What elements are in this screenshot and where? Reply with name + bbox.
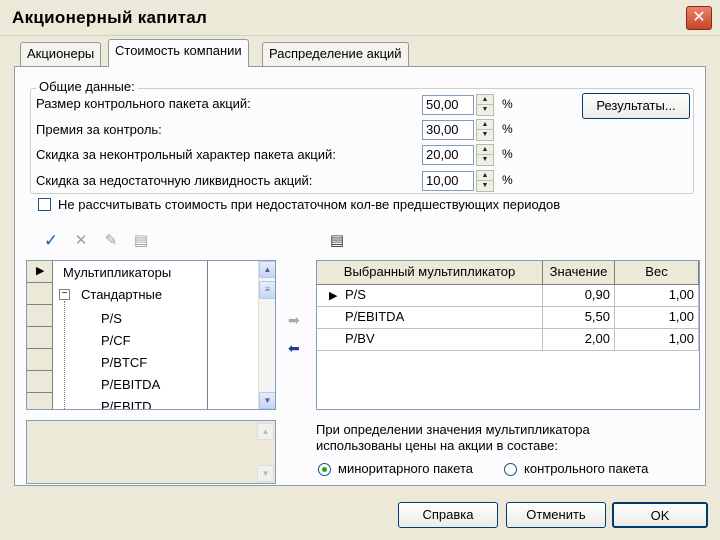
scroll-thumb[interactable]: ≡: [259, 281, 275, 299]
minority-stake-radio[interactable]: [318, 463, 331, 476]
control-stake-label: Размер контрольного пакета акций:: [36, 96, 251, 111]
noncontrol-discount-label: Скидка за неконтрольный характер пакета …: [36, 147, 336, 162]
arrow-right-icon[interactable]: ➡: [288, 312, 300, 329]
column-divider: [207, 261, 208, 409]
column-header[interactable]: Значение: [543, 261, 615, 285]
table-cell[interactable]: 1,00: [615, 329, 699, 351]
scroll-down-icon[interactable]: ▼: [257, 465, 274, 482]
liquidity-discount-spinner[interactable]: ▲ ▼: [476, 170, 494, 192]
noncontrol-discount-spinner[interactable]: ▲ ▼: [476, 144, 494, 166]
spin-up-icon[interactable]: ▲: [477, 145, 493, 155]
window-title: Акционерный капитал: [12, 8, 208, 27]
tree-item[interactable]: P/BTCF: [101, 355, 147, 370]
tab-shareholders[interactable]: Акционеры: [20, 42, 102, 66]
arrow-left-icon[interactable]: ⬅: [288, 340, 300, 357]
table-cell[interactable]: P/BV: [317, 329, 543, 351]
tab-company-value[interactable]: Стоимость компании: [108, 39, 249, 67]
row-indicator: [27, 283, 53, 305]
description-box[interactable]: ▲ ▼: [26, 420, 276, 484]
minority-stake-label: миноритарного пакета: [338, 461, 474, 476]
tree-item-standard[interactable]: Стандартные: [81, 287, 162, 302]
skip-calc-label: Не рассчитывать стоимость при недостаточ…: [58, 197, 561, 212]
percent-label: %: [502, 97, 513, 111]
ok-button[interactable]: OK: [612, 502, 708, 528]
table-cell[interactable]: P/EBITDA: [317, 307, 543, 329]
row-indicator: ▶: [27, 261, 53, 283]
row-indicator: [27, 371, 53, 393]
tree-item[interactable]: P/S: [101, 311, 122, 326]
percent-label: %: [502, 173, 513, 187]
column-header[interactable]: Вес: [615, 261, 699, 285]
liquidity-discount-input[interactable]: 10,00: [422, 171, 474, 191]
edit-icon[interactable]: ✎: [102, 232, 120, 250]
control-stake-input[interactable]: 50,00: [422, 95, 474, 115]
spin-down-icon[interactable]: ▼: [477, 130, 493, 140]
cross-icon[interactable]: ✕: [72, 232, 90, 250]
tab-share-distribution[interactable]: Распределение акций: [262, 42, 409, 66]
control-premium-input[interactable]: 30,00: [422, 120, 474, 140]
control-premium-spinner[interactable]: ▲ ▼: [476, 119, 494, 141]
table-cell[interactable]: 5,50: [543, 307, 615, 329]
list-icon[interactable]: ▤: [328, 232, 346, 250]
tree-item[interactable]: P/CF: [101, 333, 131, 348]
tree-item[interactable]: P/EBITDA: [101, 377, 160, 392]
scroll-up-icon[interactable]: ▲: [259, 261, 275, 278]
tree-item-root[interactable]: Мультипликаторы: [63, 265, 171, 280]
percent-label: %: [502, 122, 513, 136]
cancel-button[interactable]: Отменить: [506, 502, 606, 528]
row-indicator: [27, 393, 53, 409]
results-button[interactable]: Результаты...: [582, 93, 690, 119]
skip-calc-checkbox[interactable]: [38, 198, 51, 211]
spin-down-icon[interactable]: ▼: [477, 105, 493, 115]
price-note-line2: использованы цены на акции в составе:: [316, 438, 558, 453]
control-stake-radio[interactable]: [504, 463, 517, 476]
spin-down-icon[interactable]: ▼: [477, 181, 493, 191]
check-icon[interactable]: ✓: [42, 232, 60, 250]
table-cell[interactable]: 1,00: [615, 285, 699, 307]
tree-line: [64, 301, 65, 409]
close-button[interactable]: ✕: [686, 6, 712, 30]
control-stake-option-label: контрольного пакета: [524, 461, 649, 476]
multiplier-tree[interactable]: ▶ Мультипликаторы − Стандартные P/S P/CF…: [26, 260, 276, 410]
tree-item[interactable]: P/EBITD: [101, 399, 152, 409]
table-cell[interactable]: P/S: [317, 285, 543, 307]
selected-multipliers-table[interactable]: Выбранный мультипликатор Значение Вес P/…: [316, 260, 700, 410]
control-stake-spinner[interactable]: ▲ ▼: [476, 94, 494, 116]
collapse-icon[interactable]: −: [59, 289, 70, 300]
scroll-down-icon[interactable]: ▼: [259, 392, 275, 409]
price-note-line1: При определении значения мультипликатора: [316, 422, 590, 437]
spin-up-icon[interactable]: ▲: [477, 95, 493, 105]
noncontrol-discount-input[interactable]: 20,00: [422, 145, 474, 165]
row-pointer-icon: ▶: [36, 265, 45, 277]
percent-label: %: [502, 147, 513, 161]
row-indicator: [27, 327, 53, 349]
row-pointer-icon: ▶: [329, 290, 338, 302]
spin-up-icon[interactable]: ▲: [477, 171, 493, 181]
liquidity-discount-label: Скидка за недостаточную ликвидность акци…: [36, 173, 313, 188]
control-premium-label: Премия за контроль:: [36, 122, 162, 137]
table-cell[interactable]: 1,00: [615, 307, 699, 329]
row-indicator: [27, 305, 53, 327]
tree-scrollbar[interactable]: ▲ ≡ ▼: [258, 261, 275, 409]
table-cell[interactable]: 2,00: [543, 329, 615, 351]
spin-down-icon[interactable]: ▼: [477, 155, 493, 165]
spin-up-icon[interactable]: ▲: [477, 120, 493, 130]
table-cell[interactable]: 0,90: [543, 285, 615, 307]
general-data-legend: Общие данные:: [36, 79, 138, 94]
row-indicator: [27, 349, 53, 371]
column-header[interactable]: Выбранный мультипликатор: [317, 261, 543, 285]
help-button[interactable]: Справка: [398, 502, 498, 528]
list-icon[interactable]: ▤: [132, 232, 150, 250]
scroll-up-icon[interactable]: ▲: [257, 423, 274, 440]
